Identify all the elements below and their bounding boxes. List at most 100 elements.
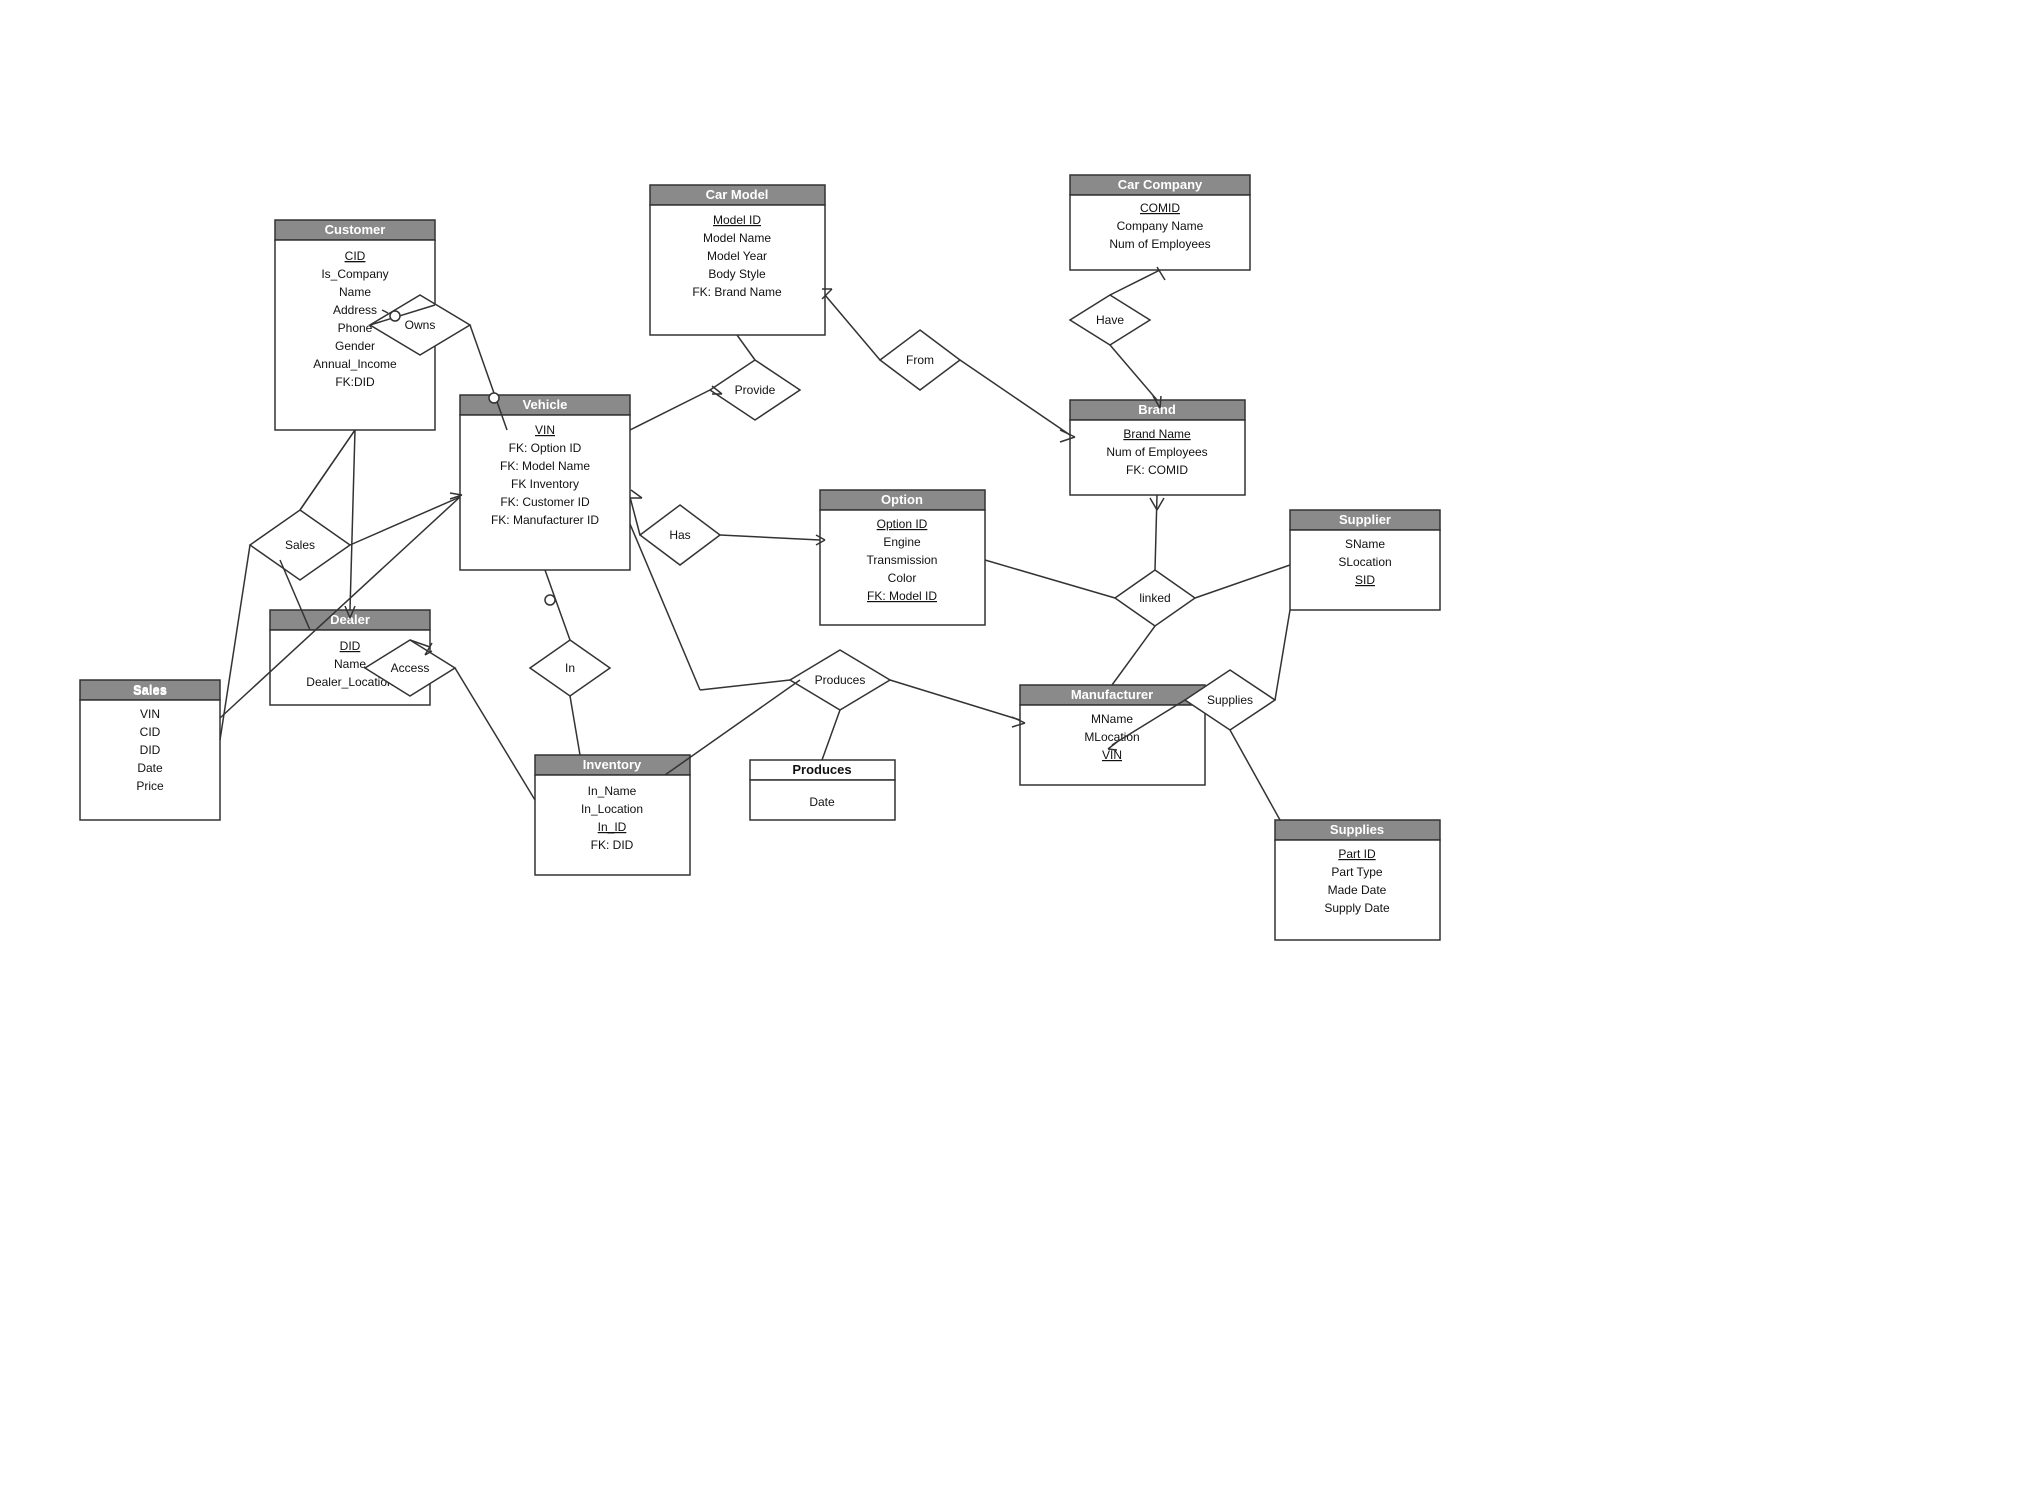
brand-pk: Brand Name bbox=[1123, 427, 1191, 441]
car-model-attr2: Model Year bbox=[707, 249, 767, 263]
carmodel-to-from-line bbox=[825, 295, 880, 360]
customer-pk: CID bbox=[345, 249, 366, 263]
customer-attr2: Name bbox=[339, 285, 371, 299]
car-company-title: Car Company bbox=[1118, 177, 1203, 192]
option-attr2: Transmission bbox=[867, 553, 938, 567]
linked-relationship: linked bbox=[1115, 570, 1195, 626]
supplies-attr3: Supply Date bbox=[1324, 901, 1390, 915]
have-relationship: Have bbox=[1070, 295, 1150, 345]
sales-attr-did: DID bbox=[140, 743, 161, 757]
supplies-entity-title: Supplies bbox=[1330, 822, 1384, 837]
dealer-title: Dealer bbox=[330, 612, 370, 627]
vehicle-attr3: FK Inventory bbox=[511, 477, 579, 491]
produces-entity-title: Produces bbox=[792, 762, 851, 777]
access-label: Access bbox=[391, 661, 430, 675]
in-label: In bbox=[565, 661, 575, 675]
have-to-brand-line bbox=[1110, 345, 1157, 400]
provide-relationship: Provide bbox=[710, 360, 800, 420]
has-relationship: Has bbox=[640, 505, 720, 565]
dealer-attr1: Name bbox=[334, 657, 366, 671]
linked-to-supplier-line bbox=[1195, 565, 1290, 598]
brand-attr2: FK: COMID bbox=[1126, 463, 1188, 477]
from-relationship: From bbox=[880, 330, 960, 390]
produces-label: Produces bbox=[815, 673, 866, 687]
customer-title: Customer bbox=[325, 222, 386, 237]
sales-to-sales-rel-line bbox=[220, 545, 250, 740]
vehicle-to-produces-rel-line2 bbox=[700, 680, 790, 690]
linked-to-manufacturer-line bbox=[1112, 626, 1155, 685]
customer-attr7: FK:DID bbox=[335, 375, 375, 389]
vehicle-pk: VIN bbox=[535, 423, 555, 437]
supplies-entity: Supplies Part ID Part Type Made Date Sup… bbox=[1275, 820, 1440, 940]
inventory-attr1: In_Name bbox=[588, 784, 637, 798]
car-company-pk: COMID bbox=[1140, 201, 1180, 215]
option-entity: Option Option ID Engine Transmission Col… bbox=[820, 490, 985, 625]
owns-vehicle-circle bbox=[489, 393, 499, 403]
have-label: Have bbox=[1096, 313, 1124, 327]
produces-entity: Produces Date bbox=[750, 760, 895, 820]
supplies-label: Supplies bbox=[1207, 693, 1253, 707]
brand-attr1: Num of Employees bbox=[1106, 445, 1207, 459]
brand-entity: Brand Brand Name Num of Employees FK: CO… bbox=[1070, 400, 1245, 495]
sales-attr-price: Price bbox=[136, 779, 164, 793]
supplier-pk: SID bbox=[1355, 573, 1375, 587]
supplier-attr2: SLocation bbox=[1338, 555, 1391, 569]
supplier-title: Supplier bbox=[1339, 512, 1391, 527]
supplier-attr1: SName bbox=[1345, 537, 1385, 551]
car-model-title: Car Model bbox=[706, 187, 769, 202]
sales-attr-date: Date bbox=[137, 761, 163, 775]
supplies-attr-pk: Part ID bbox=[1338, 847, 1376, 861]
sales-attr-vin: VIN bbox=[140, 707, 160, 721]
car-model-pk: Model ID bbox=[713, 213, 761, 227]
option-attr1: Engine bbox=[883, 535, 921, 549]
manufacturer-title: Manufacturer bbox=[1071, 687, 1153, 702]
car-company-attr1: Company Name bbox=[1117, 219, 1204, 233]
customer-attr4: Phone bbox=[338, 321, 373, 335]
supplier-entity: Supplier SName SLocation SID bbox=[1290, 510, 1440, 610]
owns-label: Owns bbox=[405, 318, 436, 332]
customer-attr6: Annual_Income bbox=[313, 357, 397, 371]
car-model-entity: Car Model Model ID Model Name Model Year… bbox=[650, 185, 825, 335]
vehicle-attr2: FK: Model Name bbox=[500, 459, 590, 473]
supplies-attr1: Part Type bbox=[1331, 865, 1382, 879]
produces-to-manufacturer-line bbox=[890, 680, 1020, 720]
sales-attr-cid: CID bbox=[140, 725, 161, 739]
provide-to-carmodel-line bbox=[737, 335, 755, 360]
supplies-to-supplies-entity-line bbox=[1230, 730, 1280, 820]
produces-to-produces-entity-line bbox=[822, 710, 840, 760]
option-pk: Option ID bbox=[877, 517, 928, 531]
in-relationship: In bbox=[530, 640, 610, 696]
sales-entity: Sales Sales VIN CID DID Date Price bbox=[80, 680, 220, 820]
car-model-attr1: Model Name bbox=[703, 231, 771, 245]
produces-relationship: Produces bbox=[790, 650, 890, 710]
option-attr3: Color bbox=[888, 571, 917, 585]
produces-attr-date: Date bbox=[809, 795, 835, 809]
inventory-pk: In_ID bbox=[598, 820, 627, 834]
has-to-option-line bbox=[720, 535, 820, 540]
car-model-attr3: Body Style bbox=[708, 267, 766, 281]
dealer-pk: DID bbox=[340, 639, 361, 653]
option-to-linked-line bbox=[985, 560, 1115, 598]
linked-label: linked bbox=[1139, 591, 1170, 605]
er-diagram: Sales Sales VIN CID DID Date Price Custo… bbox=[0, 0, 2018, 1487]
sales-rel-to-customer-line bbox=[300, 430, 355, 510]
manufacturer-entity: Manufacturer MName MLocation VIN bbox=[1020, 685, 1205, 785]
carcompany-to-have-line bbox=[1110, 270, 1160, 295]
vehicle-attr5: FK: Manufacturer ID bbox=[491, 513, 599, 527]
svg-text:Sales: Sales bbox=[133, 682, 167, 697]
vehicle-entity: Vehicle VIN FK: Option ID FK: Model Name… bbox=[460, 395, 630, 570]
sales-relationship: Sales bbox=[250, 510, 350, 580]
car-company-attr2: Num of Employees bbox=[1109, 237, 1210, 251]
option-attr4: FK: Model ID bbox=[867, 589, 937, 603]
access-to-inventory-line bbox=[455, 668, 535, 800]
owns-circle-mark bbox=[390, 311, 400, 321]
customer-attr5: Gender bbox=[335, 339, 375, 353]
from-to-brand-line bbox=[960, 360, 1070, 435]
vehicle-to-provide-line bbox=[630, 390, 710, 430]
from-label: From bbox=[906, 353, 934, 367]
manufacturer-attr2: MLocation bbox=[1084, 730, 1139, 744]
vehicle-attr4: FK: Customer ID bbox=[500, 495, 590, 509]
vehicle-attr1: FK: Option ID bbox=[509, 441, 582, 455]
customer-attr3: Address bbox=[333, 303, 377, 317]
manufacturer-attr1: MName bbox=[1091, 712, 1133, 726]
